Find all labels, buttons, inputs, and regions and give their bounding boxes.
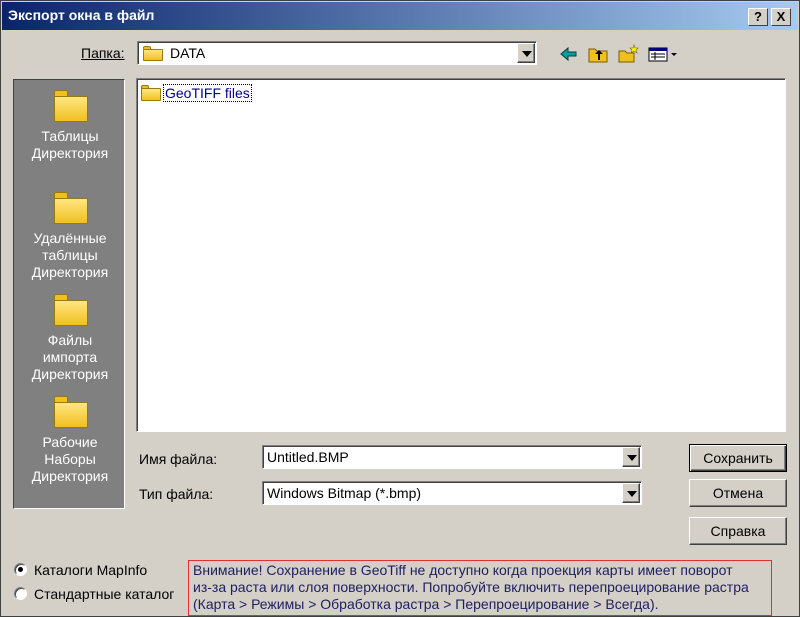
chevron-down-icon (627, 491, 637, 497)
folder-icon (54, 294, 88, 326)
warning-message: Внимание! Сохранение в GeoTiff не доступ… (188, 560, 772, 616)
new-folder-icon (618, 44, 639, 63)
back-arrow-icon (560, 46, 577, 62)
filename-field[interactable]: Untitled.BMP (262, 445, 642, 469)
mapinfo-catalog-radio[interactable] (14, 563, 27, 576)
file-name: GeoTIFF files (163, 84, 252, 102)
folder-icon (141, 85, 161, 101)
up-folder-button[interactable] (587, 44, 609, 64)
place-label-0-1: Директория (31, 145, 109, 161)
folder-value: DATA (170, 45, 206, 61)
standard-catalog-radio[interactable] (14, 587, 27, 600)
save-button[interactable]: Сохранить (689, 444, 787, 472)
folder-label: Папка: (81, 45, 125, 61)
warning-line-0: Внимание! Сохранение в GeoTiff не доступ… (193, 562, 733, 578)
view-menu-button[interactable] (647, 44, 679, 64)
new-folder-button[interactable] (617, 44, 639, 64)
folder-icon (54, 90, 88, 122)
standard-catalog-label[interactable]: Стандартные каталог (34, 586, 174, 602)
warning-line-1: из-за раста или слоя поверхности. Попроб… (193, 579, 749, 595)
view-menu-icon (648, 47, 677, 62)
close-title-button[interactable]: X (771, 8, 791, 26)
places-bar: Таблицы Директория Удалённые таблицы Дир… (13, 79, 125, 509)
help-button[interactable]: Справка (689, 517, 787, 545)
chevron-down-icon (522, 51, 532, 57)
file-list[interactable]: GeoTIFF files (136, 78, 786, 432)
filetype-label: Тип файла: (139, 486, 214, 502)
folder-icon (54, 192, 88, 224)
filetype-value: Windows Bitmap (*.bmp) (267, 485, 422, 501)
chevron-down-icon (627, 455, 637, 461)
place-label-3-2: Директория (31, 468, 109, 484)
up-folder-icon (588, 48, 608, 63)
folder-icon (54, 396, 88, 428)
folder-icon (143, 46, 163, 61)
place-label-3-1: Наборы (44, 451, 96, 467)
folder-combo[interactable]: DATA (137, 41, 537, 65)
warning-line-2: (Карта > Режимы > Обработка растра > Пер… (193, 596, 659, 612)
export-dialog: Экспорт окна в файл ? X Папка: DATA Табл… (0, 0, 800, 617)
back-button[interactable] (557, 44, 579, 64)
filetype-select[interactable]: Windows Bitmap (*.bmp) (262, 481, 642, 505)
place-label-1-1: таблицы (42, 247, 98, 263)
folder-label-text: Папка: (81, 45, 125, 61)
place-label-2-0: Файлы (47, 332, 93, 348)
radio-dot (18, 567, 23, 572)
place-label-3-0: Рабочие (42, 434, 98, 450)
folder-dropdown-button[interactable] (517, 43, 535, 63)
place-label-1-0: Удалённые (33, 230, 107, 246)
filename-value[interactable]: Untitled.BMP (267, 449, 349, 465)
help-title-button[interactable]: ? (748, 8, 768, 26)
filename-label: Имя файла: (139, 451, 218, 467)
title-bar[interactable]: Экспорт окна в файл ? X (2, 2, 798, 30)
place-label-2-1: импорта (42, 349, 98, 365)
filename-dropdown-button[interactable] (622, 447, 640, 467)
mapinfo-catalog-label[interactable]: Каталоги MapInfo (34, 562, 147, 578)
place-label-2-2: Директория (31, 366, 109, 382)
place-label-0-0: Таблицы (41, 128, 99, 144)
window-title: Экспорт окна в файл (8, 7, 155, 23)
cancel-button[interactable]: Отмена (689, 479, 787, 507)
place-label-1-2: Директория (31, 264, 109, 280)
filetype-dropdown-button[interactable] (622, 483, 640, 503)
